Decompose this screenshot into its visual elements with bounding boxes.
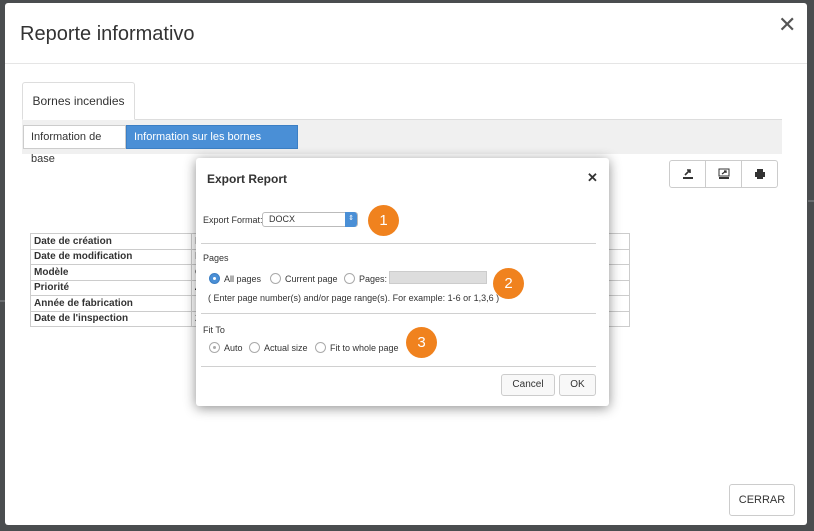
radio-all-pages[interactable]	[209, 273, 220, 284]
cerrar-button[interactable]: CERRAR	[729, 484, 795, 516]
report-toolbar	[669, 160, 778, 188]
print-icon	[754, 169, 765, 179]
subtab-information-bornes[interactable]: Information sur les bornes incendies	[126, 125, 298, 165]
radio-fit-auto[interactable]	[209, 342, 220, 353]
tab-bar: Bornes incendies	[22, 82, 782, 120]
divider	[201, 366, 596, 367]
row-label: Année de fabrication	[30, 295, 192, 312]
chevron-updown-icon: ⇕	[345, 212, 357, 227]
close-icon[interactable]: ✕	[587, 170, 598, 186]
export-report-dialog: Export Report ✕ Export Format: DOCX ⇕ 1 …	[196, 158, 609, 406]
fit-section-label: Fit To	[203, 325, 225, 335]
fit-actual-label: Actual size	[264, 343, 308, 353]
fit-whole-label: Fit to whole page	[330, 343, 399, 353]
row-label: Modèle	[30, 264, 192, 281]
pages-hint: ( Enter page number(s) and/or page range…	[208, 293, 500, 303]
export-alt-icon	[718, 168, 729, 179]
row-label: Date de modification	[30, 248, 192, 265]
step-badge-1: 1	[368, 205, 399, 236]
step-badge-3: 3	[406, 327, 437, 358]
cancel-button[interactable]: Cancel	[501, 374, 555, 396]
subtab-information-de-base[interactable]: Information de base	[23, 125, 126, 165]
print-button[interactable]	[742, 161, 777, 187]
pages-label: Pages:	[359, 274, 388, 284]
tab-bornes-incendies[interactable]: Bornes incendies	[22, 82, 135, 120]
row-label: Date de l'inspection	[30, 310, 192, 327]
radio-pages[interactable]	[344, 273, 355, 284]
export-format-value: DOCX	[269, 214, 296, 224]
radio-current-page[interactable]	[270, 273, 281, 284]
row-label: Date de création	[30, 233, 192, 250]
export-button[interactable]	[670, 161, 706, 187]
divider	[5, 63, 807, 64]
ok-button[interactable]: OK	[559, 374, 596, 396]
export-format-label: Export Format:	[203, 215, 263, 225]
all-pages-label: All pages	[224, 274, 262, 284]
divider	[201, 313, 596, 314]
export-icon	[682, 169, 693, 179]
current-page-label: Current page	[285, 274, 338, 284]
subtab-bar: Information de base Information sur les …	[22, 120, 782, 165]
export-alt-button[interactable]	[706, 161, 742, 187]
export-format-select[interactable]: DOCX ⇕	[262, 212, 358, 227]
dialog-title: Export Report	[207, 172, 288, 186]
radio-fit-whole[interactable]	[315, 342, 326, 353]
divider	[201, 243, 596, 244]
fit-auto-label: Auto	[224, 343, 243, 353]
modal-title: Reporte informativo	[20, 23, 195, 45]
pages-input[interactable]	[389, 271, 487, 284]
radio-fit-actual[interactable]	[249, 342, 260, 353]
row-label: Priorité	[30, 279, 192, 296]
pages-section-label: Pages	[203, 253, 229, 263]
close-icon[interactable]: ✕	[778, 14, 796, 36]
